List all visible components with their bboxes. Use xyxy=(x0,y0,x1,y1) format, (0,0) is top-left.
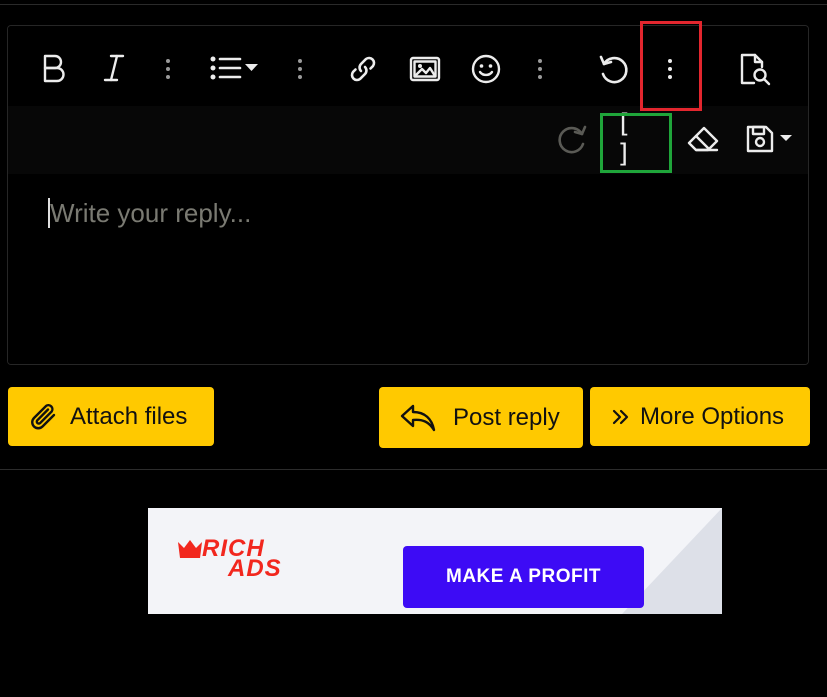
ad-cta-button[interactable]: MAKE A PROFIT xyxy=(403,546,644,608)
undo-button[interactable] xyxy=(595,50,633,88)
more-options-button-bottom[interactable]: More Options xyxy=(590,387,810,446)
undo-icon xyxy=(599,55,628,84)
preview-button[interactable] xyxy=(736,50,776,88)
more-vertical-icon xyxy=(166,59,170,79)
image-icon xyxy=(409,56,441,82)
paperclip-icon xyxy=(28,401,60,433)
list-dropdown-button[interactable] xyxy=(206,50,266,86)
attach-files-button[interactable]: Attach files xyxy=(8,387,214,446)
italic-icon xyxy=(103,54,125,82)
insert-image-button[interactable] xyxy=(406,50,444,88)
remove-formatting-button[interactable] xyxy=(683,120,723,158)
more-options-label: More Options xyxy=(640,402,785,430)
reply-arrow-icon xyxy=(399,402,437,434)
insert-link-button[interactable] xyxy=(344,50,382,88)
redo-button[interactable] xyxy=(553,120,591,158)
more-list-options-button[interactable] xyxy=(290,54,310,84)
ad-logo-line2: ADS xyxy=(228,555,282,582)
double-chevron-right-icon xyxy=(610,405,630,429)
section-divider xyxy=(0,469,827,470)
top-divider xyxy=(0,4,827,5)
italic-button[interactable] xyxy=(96,50,132,86)
highlight-box-red xyxy=(640,21,702,111)
eraser-icon xyxy=(687,126,719,152)
reply-placeholder: Write your reply... xyxy=(50,198,252,228)
crown-icon xyxy=(178,540,202,558)
ad-banner[interactable]: RICH ADS MAKE A PROFIT xyxy=(148,508,722,614)
more-vertical-icon xyxy=(538,59,542,79)
link-icon xyxy=(350,56,376,82)
save-draft-icon xyxy=(746,125,792,153)
post-reply-label: Post reply xyxy=(453,403,560,431)
insert-emoji-button[interactable] xyxy=(467,50,505,88)
editor-toolbar-secondary: [ ] xyxy=(8,106,808,174)
list-icon xyxy=(210,56,258,80)
highlight-box-green xyxy=(600,113,672,173)
more-insert-options-button[interactable] xyxy=(530,54,550,84)
more-vertical-icon xyxy=(298,59,302,79)
redo-icon xyxy=(558,125,587,154)
bold-icon xyxy=(43,54,65,83)
richads-logo: RICH ADS xyxy=(178,537,318,582)
more-text-options-button[interactable] xyxy=(158,54,178,84)
smile-icon xyxy=(471,54,501,84)
bold-button[interactable] xyxy=(36,50,72,86)
preview-icon xyxy=(740,53,771,86)
save-draft-dropdown-button[interactable] xyxy=(743,120,799,158)
attach-files-label: Attach files xyxy=(70,402,188,430)
reply-textarea[interactable]: Write your reply... xyxy=(8,174,808,364)
post-reply-button[interactable]: Post reply xyxy=(379,387,583,448)
